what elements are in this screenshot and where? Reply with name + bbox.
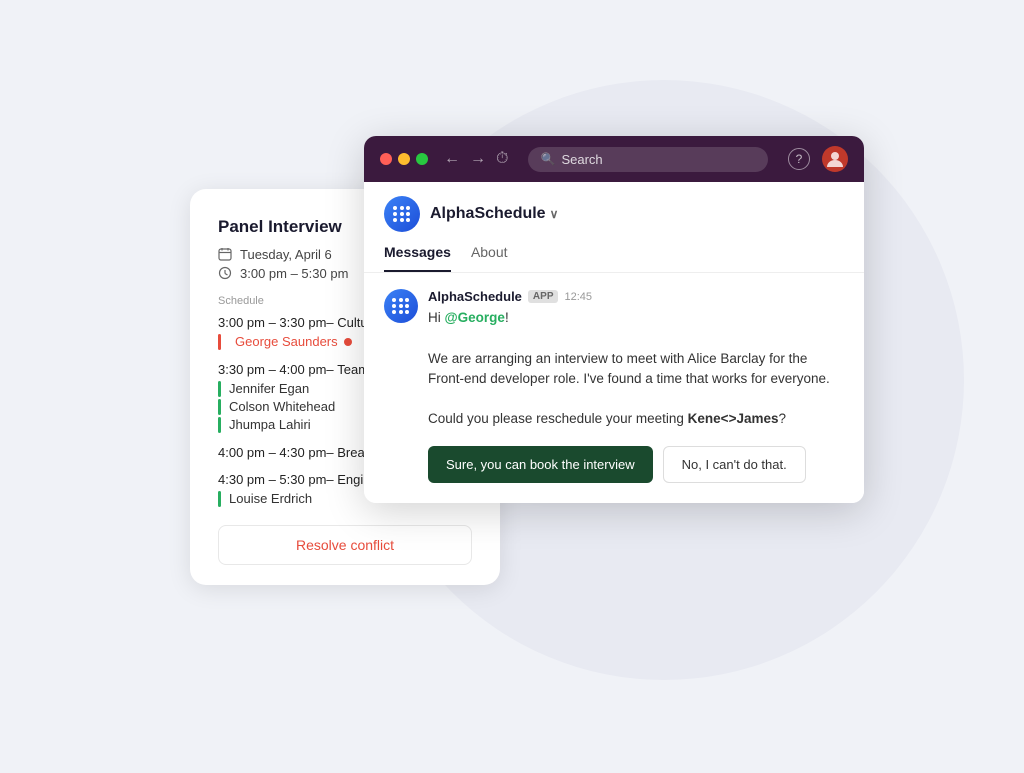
bold-names: Kene<>James — [688, 411, 779, 426]
conflict-dot — [344, 338, 352, 346]
dot-red[interactable] — [380, 153, 392, 165]
back-button[interactable]: ← — [444, 151, 460, 167]
main-container: Panel Interview Tuesday, April 6 3:00 pm… — [150, 149, 874, 625]
messenger-app-name[interactable]: AlphaSchedule ∨ — [430, 205, 558, 223]
browser-dots — [380, 153, 428, 165]
help-button[interactable]: ? — [788, 148, 810, 170]
chevron-down-icon: ∨ — [550, 207, 559, 221]
browser-search-bar[interactable]: 🔍 Search — [528, 147, 768, 172]
mention-george: @George — [445, 310, 505, 325]
messenger-title-row: AlphaSchedule ∨ — [384, 196, 844, 232]
browser-body: AlphaSchedule ∨ Messages About — [364, 182, 864, 503]
message-content: AlphaSchedule APP 12:45 Hi @George! We a… — [428, 289, 844, 483]
message-actions: Sure, you can book the interview No, I c… — [428, 446, 844, 483]
message-avatar — [384, 289, 418, 323]
browser-nav: ← → ⏱ — [444, 151, 508, 167]
attendee-bar-red — [218, 334, 221, 350]
history-button[interactable]: ⏱ — [496, 151, 508, 167]
right-panel: Panel Interview Thursday, April 8 3:00 p… — [524, 189, 834, 483]
browser-titlebar: ← → ⏱ 🔍 Search ? — [364, 136, 864, 182]
messenger-tabs: Messages About — [384, 244, 844, 272]
calendar-icon — [218, 247, 232, 261]
tab-about[interactable]: About — [471, 244, 508, 272]
app-badge: APP — [528, 290, 559, 303]
attendee-bar-green-3 — [218, 417, 221, 433]
message-row: AlphaSchedule APP 12:45 Hi @George! We a… — [384, 289, 844, 483]
message-sender: AlphaSchedule — [428, 289, 522, 304]
confirm-interview-button[interactable]: Sure, you can book the interview — [428, 446, 653, 483]
search-icon: 🔍 — [540, 152, 555, 166]
message-app-icon-dots — [392, 298, 410, 314]
message-meta: AlphaSchedule APP 12:45 — [428, 289, 844, 304]
forward-button[interactable]: → — [470, 151, 486, 167]
tab-messages[interactable]: Messages — [384, 244, 451, 272]
attendee-bar-green — [218, 381, 221, 397]
decline-button[interactable]: No, I can't do that. — [663, 446, 806, 483]
app-icon-dots — [393, 206, 411, 222]
app-icon — [384, 196, 420, 232]
dot-green[interactable] — [416, 153, 428, 165]
attendee-bar-green-4 — [218, 491, 221, 507]
message-text: Hi @George! We are arranging an intervie… — [428, 308, 844, 430]
resolve-conflict-button[interactable]: Resolve conflict — [218, 525, 472, 565]
search-text: Search — [561, 152, 602, 167]
clock-icon — [218, 266, 232, 280]
message-time: 12:45 — [564, 291, 592, 303]
dot-yellow[interactable] — [398, 153, 410, 165]
attendee-bar-green-2 — [218, 399, 221, 415]
message-area: AlphaSchedule APP 12:45 Hi @George! We a… — [364, 273, 864, 503]
user-avatar — [822, 146, 848, 172]
browser-window: ← → ⏱ 🔍 Search ? — [364, 136, 864, 503]
messenger-header: AlphaSchedule ∨ Messages About — [364, 182, 864, 273]
